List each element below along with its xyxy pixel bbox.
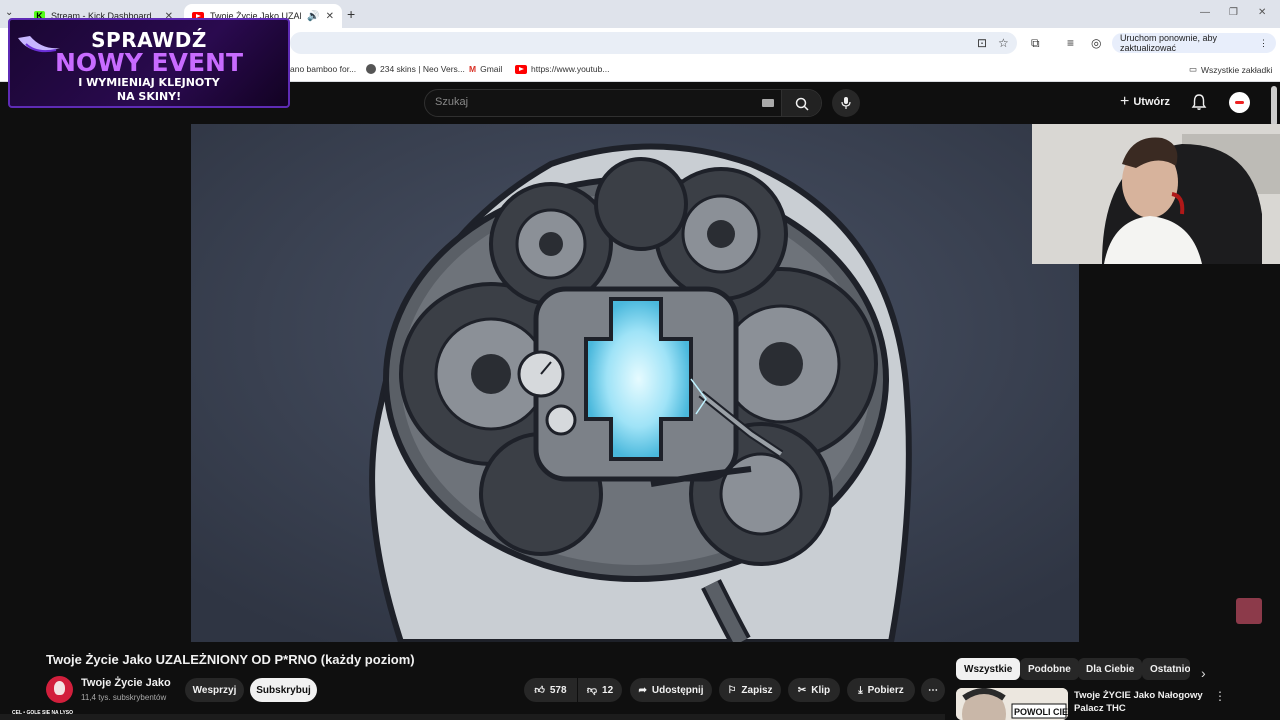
bookmark-item[interactable]: 234 skins | Neo Vers...: [366, 64, 465, 74]
install-app-icon[interactable]: ⊡: [977, 36, 987, 50]
tab-close-icon[interactable]: ✕: [326, 11, 334, 22]
address-bar[interactable]: [290, 32, 1017, 54]
speaker-icon[interactable]: 🔊: [307, 11, 319, 22]
share-label: Udostępnij: [651, 684, 704, 696]
tab-search-icon[interactable]: ⌄: [5, 7, 13, 18]
gmail-icon: M: [469, 64, 477, 74]
like-count: 578: [549, 684, 567, 696]
search-input[interactable]: Szukaj: [435, 96, 468, 108]
more-vert-icon[interactable]: ⋮: [1214, 689, 1226, 703]
chip-recent[interactable]: Ostatnio: [1142, 658, 1190, 680]
restore-icon[interactable]: ❐: [1229, 7, 1238, 18]
bookmark-label: Gmail: [480, 64, 503, 74]
search-button[interactable]: [781, 90, 821, 116]
chip-label: Podobne: [1028, 663, 1071, 675]
side-widget-thumbnail[interactable]: [1236, 598, 1262, 624]
search-icon: [795, 97, 809, 111]
bookmark-icon: ⚐: [727, 684, 737, 696]
recommendation-thumbnail[interactable]: POWOLI CIE: [956, 688, 1068, 720]
chip-label: Dla Ciebie: [1086, 663, 1135, 675]
thumbs-up-icon: 👍︎: [534, 685, 545, 696]
search-box[interactable]: Szukaj: [424, 89, 822, 117]
new-tab-button[interactable]: +: [347, 6, 355, 22]
thumbs-down-icon: 👎︎: [586, 685, 598, 696]
bookmark-label: 234 skins | Neo Vers...: [380, 64, 465, 74]
save-button[interactable]: ⚐ Zapisz: [719, 678, 781, 702]
extensions-icon[interactable]: ⧉: [1031, 36, 1040, 51]
video-frame-brain-gears: [191, 124, 1079, 642]
thumbnail-image: POWOLI CIE: [956, 688, 1068, 720]
dislike-count: 12: [602, 684, 614, 696]
chip-label: Ostatnio: [1150, 663, 1190, 675]
streamer-webcam: [1032, 124, 1280, 264]
bookmark-label: https://www.youtub...: [531, 64, 610, 74]
thumbnail-text: POWOLI CIE: [1014, 707, 1068, 717]
save-label: Zapisz: [741, 684, 773, 696]
share-icon: ➦: [638, 684, 647, 696]
bookmark-label: Wszystkie zakładki: [1201, 64, 1273, 75]
all-bookmarks[interactable]: ▭ Wszystkie zakładki: [1189, 64, 1272, 75]
webcam-image: [1032, 124, 1280, 264]
chip-related[interactable]: Podobne: [1020, 658, 1079, 680]
support-button[interactable]: Wesprzyj: [185, 678, 244, 702]
bookmark-label: ano bamboo for...: [290, 64, 357, 74]
like-button[interactable]: 👍︎ 578: [524, 678, 577, 702]
folder-icon: ▭: [1189, 64, 1198, 74]
event-line-2: NOWY EVENT: [54, 48, 244, 77]
plus-icon: +: [1120, 93, 1130, 110]
video-title: Twoje Życie Jako UZALEŻNIONY OD P*RNO (k…: [46, 652, 415, 667]
share-button[interactable]: ➦ Udostępnij: [630, 678, 712, 702]
account-avatar[interactable]: [1229, 92, 1250, 113]
channel-name[interactable]: Twoje Życie Jako: [81, 677, 171, 689]
download-icon: ⤓: [858, 684, 863, 696]
chip-for-you[interactable]: Dla Ciebie: [1078, 658, 1143, 680]
scissors-icon: ✂: [797, 684, 807, 696]
window-close-icon[interactable]: ✕: [1258, 7, 1266, 18]
more-horiz-icon: ⋯: [928, 684, 938, 696]
voice-search-button[interactable]: [832, 89, 860, 117]
more-vert-icon: ⋮: [1259, 37, 1268, 48]
bookmark-star-icon[interactable]: ☆: [998, 36, 1009, 50]
download-label: Pobierz: [867, 684, 904, 696]
recommendation-title[interactable]: Twoje ŻYCIE Jako Nałogowy Palacz THC: [1074, 689, 1204, 715]
media-controls-icon[interactable]: ≡: [1067, 36, 1074, 50]
channel-avatar[interactable]: [46, 676, 73, 703]
chip-all[interactable]: Wszystkie: [956, 658, 1021, 680]
video-player[interactable]: [191, 124, 1079, 642]
notifications-bell-icon[interactable]: [1191, 93, 1207, 111]
bookmark-item[interactable]: https://www.youtub...: [515, 64, 609, 74]
support-label: Wesprzyj: [192, 684, 237, 696]
microphone-icon: [841, 97, 851, 109]
subscribe-button[interactable]: Subskrybuj: [250, 678, 317, 702]
create-button[interactable]: + Utwórz: [1120, 93, 1170, 111]
globe-icon: [366, 64, 376, 74]
profile-icon[interactable]: ◎: [1091, 36, 1101, 50]
youtube-favicon-icon: [515, 64, 527, 74]
minimize-icon[interactable]: —: [1200, 7, 1210, 18]
update-label: Uruchom ponownie, aby zaktualizować: [1120, 33, 1218, 53]
relaunch-update-button[interactable]: Uruchom ponownie, aby zaktualizować ⋮: [1112, 33, 1276, 53]
bookmark-item[interactable]: M Gmail: [469, 64, 502, 74]
event-line-4: NA SKINY!: [116, 90, 182, 103]
stream-event-overlay: SPRAWDŹ NOWY EVENT I WYMIENIAJ KLEJNOTY …: [8, 18, 290, 108]
event-line-3: I WYMIENIAJ KLEJNOTY: [78, 76, 220, 89]
subscribe-label: Subskrybuj: [256, 684, 311, 696]
clip-label: Klip: [811, 684, 831, 696]
page-scrollbar[interactable]: [1271, 86, 1277, 126]
chip-label: Wszystkie: [964, 663, 1013, 675]
more-actions-button[interactable]: ⋯: [921, 678, 945, 702]
create-label: Utwórz: [1133, 96, 1171, 108]
subscriber-count: 11,4 tys. subskrybentów: [81, 693, 167, 702]
dislike-button[interactable]: 👎︎ 12: [578, 678, 622, 702]
keyboard-icon[interactable]: [762, 99, 774, 107]
download-button[interactable]: ⤓ Pobierz: [847, 678, 915, 702]
chevron-right-icon[interactable]: ›: [1201, 665, 1206, 681]
clip-button[interactable]: ✂ Klip: [788, 678, 840, 702]
bookmark-item[interactable]: ano bamboo for...: [290, 64, 356, 74]
description-box-edge: [0, 714, 945, 720]
